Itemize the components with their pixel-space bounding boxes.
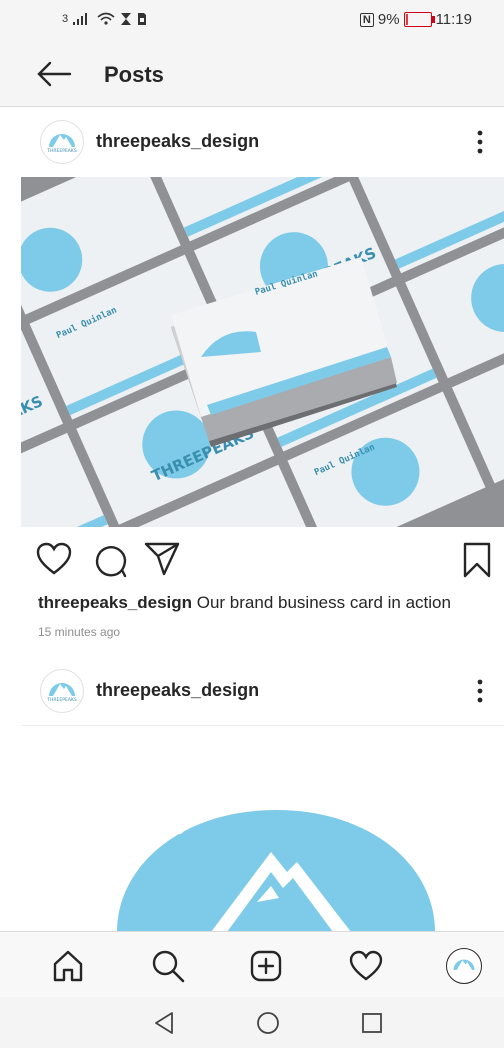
svg-text:THREEPEAKS: THREEPEAKS bbox=[46, 697, 77, 703]
more-options-icon[interactable] bbox=[470, 127, 490, 157]
svg-text:THREEPEAKS: THREEPEAKS bbox=[46, 148, 77, 154]
post-caption: threepeaks_design Our brand business car… bbox=[38, 593, 451, 613]
avatar[interactable]: THREEPEAKS bbox=[40, 669, 84, 713]
logo-graphic bbox=[117, 810, 435, 932]
heart-icon[interactable] bbox=[349, 949, 383, 983]
profile-logo-icon bbox=[453, 959, 475, 971]
post-header: THREEPEAKS threepeaks_design bbox=[0, 107, 504, 177]
app-header: Posts bbox=[0, 42, 504, 107]
caption-text: Our brand business card in action bbox=[196, 593, 451, 612]
caption-username[interactable]: threepeaks_design bbox=[38, 593, 192, 612]
page-title: Posts bbox=[104, 62, 164, 87]
carrier-label: 3 bbox=[62, 13, 69, 25]
battery-level-fill bbox=[405, 14, 408, 25]
status-left: 3 bbox=[62, 12, 148, 26]
battery-icon bbox=[403, 12, 435, 27]
post-username[interactable]: threepeaks_design bbox=[96, 131, 259, 152]
post-header: THREEPEAKS threepeaks_design bbox=[0, 656, 504, 726]
bookmark-icon[interactable] bbox=[462, 542, 492, 578]
comment-icon[interactable] bbox=[92, 542, 128, 578]
post-timestamp: 15 minutes ago bbox=[38, 625, 121, 639]
home-circle-icon[interactable] bbox=[254, 1009, 282, 1037]
add-icon[interactable] bbox=[249, 949, 283, 983]
like-heart-icon[interactable] bbox=[36, 542, 72, 576]
avatar-logo-icon: THREEPEAKS bbox=[46, 683, 77, 703]
system-navigation bbox=[0, 997, 504, 1048]
post-actions bbox=[0, 540, 504, 584]
battery-percent: 9% bbox=[377, 11, 400, 28]
status-right: N 9% 11:19 bbox=[359, 11, 472, 28]
avatar-logo-icon: THREEPEAKS bbox=[46, 134, 77, 154]
status-bar: 3 N 9% 11:19 bbox=[0, 0, 504, 42]
post-username[interactable]: threepeaks_design bbox=[96, 680, 259, 701]
bottom-navigation bbox=[0, 931, 504, 998]
search-icon[interactable] bbox=[151, 949, 185, 983]
recent-apps-icon[interactable] bbox=[358, 1009, 386, 1037]
nfc-icon: N bbox=[359, 12, 374, 27]
home-icon[interactable] bbox=[51, 949, 85, 983]
share-icon[interactable] bbox=[144, 542, 180, 576]
signal-icon bbox=[73, 13, 88, 25]
more-options-icon[interactable] bbox=[470, 676, 490, 706]
hourglass-icon bbox=[121, 13, 132, 25]
post-image[interactable] bbox=[21, 725, 504, 932]
avatar[interactable]: THREEPEAKS bbox=[40, 120, 84, 164]
profile-icon[interactable] bbox=[446, 948, 482, 984]
post-image[interactable]: THREEPEAKS THREEPEAKS THREEPEAKS Paul Qu… bbox=[21, 177, 504, 527]
wifi-icon bbox=[97, 12, 115, 25]
back-icon[interactable] bbox=[150, 1009, 178, 1037]
sim-icon bbox=[138, 13, 147, 25]
business-cards-photo: THREEPEAKS THREEPEAKS THREEPEAKS Paul Qu… bbox=[21, 177, 504, 527]
back-arrow-icon[interactable] bbox=[36, 60, 72, 88]
clock: 11:19 bbox=[435, 11, 472, 28]
